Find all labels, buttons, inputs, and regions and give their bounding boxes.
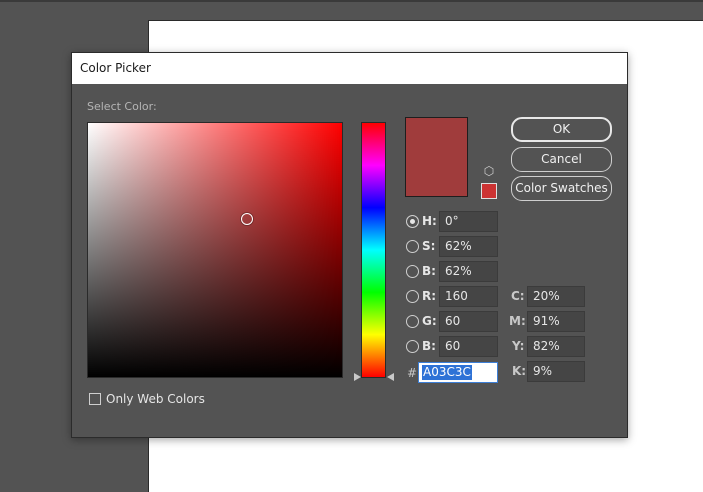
hue-label: H: bbox=[422, 214, 437, 228]
radio-red[interactable] bbox=[406, 290, 419, 303]
select-color-label: Select Color: bbox=[87, 100, 157, 113]
color-swatches-button[interactable]: Color Swatches bbox=[511, 176, 612, 201]
color-picker-dialog: Color Picker Select Color: ⬡ OK Cancel C… bbox=[71, 52, 628, 438]
radio-hue[interactable] bbox=[406, 215, 419, 228]
hue-input[interactable]: 0° bbox=[439, 211, 498, 232]
blue-input[interactable]: 60 bbox=[439, 336, 498, 357]
radio-blue[interactable] bbox=[406, 340, 419, 353]
ok-button[interactable]: OK bbox=[511, 117, 612, 142]
radio-green[interactable] bbox=[406, 315, 419, 328]
color-field[interactable] bbox=[87, 122, 343, 378]
yellow-label: Y: bbox=[512, 339, 525, 353]
hex-value: A03C3C bbox=[422, 365, 472, 380]
cube-icon[interactable]: ⬡ bbox=[482, 164, 496, 178]
red-input[interactable]: 160 bbox=[439, 286, 498, 307]
magenta-label: M: bbox=[509, 314, 526, 328]
brightness-input[interactable]: 62% bbox=[439, 261, 498, 282]
yellow-input[interactable]: 82% bbox=[527, 336, 585, 357]
brightness-label: B: bbox=[422, 264, 436, 278]
hue-slider[interactable] bbox=[361, 122, 386, 378]
radio-brightness[interactable] bbox=[406, 265, 419, 278]
top-strip bbox=[0, 0, 703, 2]
black-input[interactable]: 9% bbox=[527, 361, 585, 382]
saturation-label: S: bbox=[422, 239, 436, 253]
saturation-input[interactable]: 62% bbox=[439, 236, 498, 257]
dialog-title: Color Picker bbox=[72, 53, 627, 84]
cyan-label: C: bbox=[511, 289, 525, 303]
web-safe-color-swatch[interactable] bbox=[481, 183, 497, 199]
triangle-arrow-icon[interactable] bbox=[387, 373, 394, 381]
black-label: K: bbox=[512, 364, 527, 378]
hex-prefix: # bbox=[407, 366, 418, 380]
red-label: R: bbox=[422, 289, 437, 303]
circle-marker-icon[interactable] bbox=[241, 213, 253, 225]
green-label: G: bbox=[422, 314, 437, 328]
only-web-colors-checkbox[interactable] bbox=[89, 393, 101, 405]
magenta-input[interactable]: 91% bbox=[527, 311, 585, 332]
hex-input[interactable]: A03C3C bbox=[418, 362, 498, 383]
green-input[interactable]: 60 bbox=[439, 311, 498, 332]
cyan-input[interactable]: 20% bbox=[527, 286, 585, 307]
blue-label: B: bbox=[422, 339, 436, 353]
radio-saturation[interactable] bbox=[406, 240, 419, 253]
triangle-arrow-icon[interactable] bbox=[354, 373, 361, 381]
new-color-swatch bbox=[405, 117, 468, 197]
only-web-colors-label: Only Web Colors bbox=[106, 392, 205, 406]
cancel-button[interactable]: Cancel bbox=[511, 147, 612, 172]
